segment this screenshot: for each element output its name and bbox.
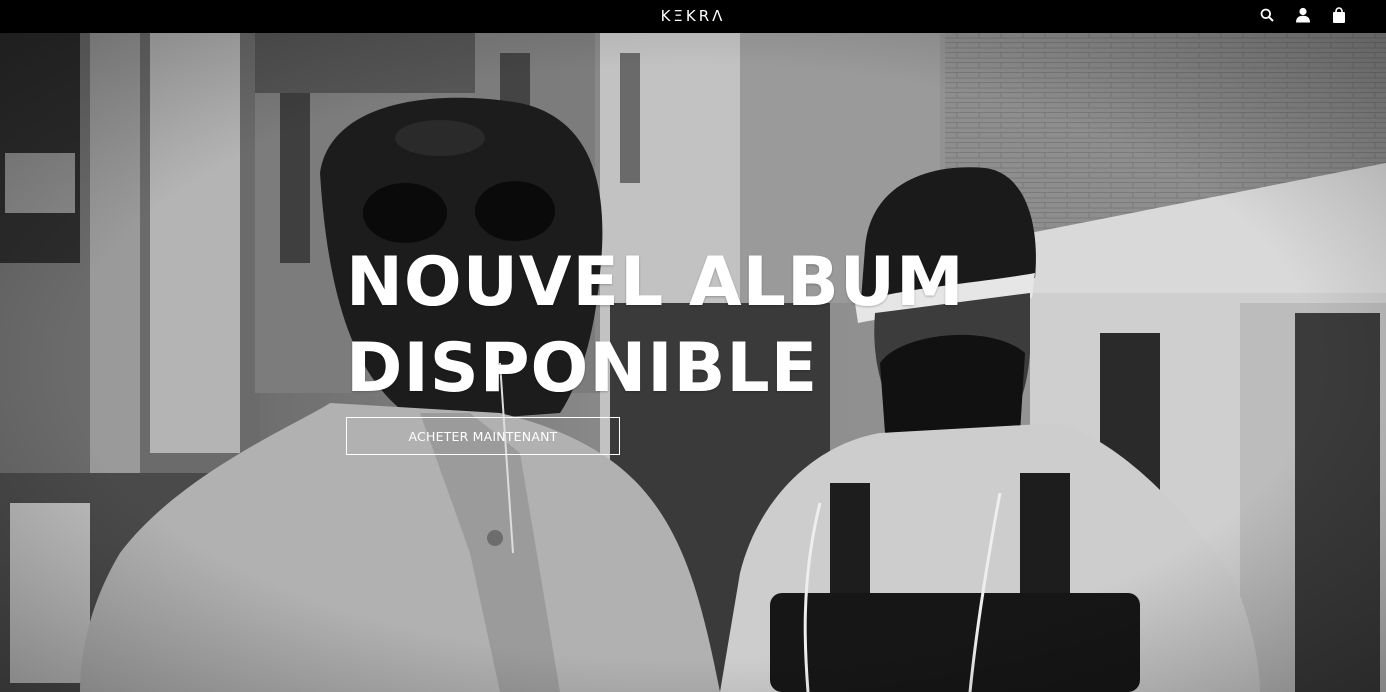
hero-headline: NOUVEL ALBUM DISPONIBLE [346, 240, 965, 412]
buy-now-button[interactable]: ACHETER MAINTENANT [346, 417, 620, 455]
hero-banner: NOUVEL ALBUM DISPONIBLE ACHETER MAINTENA… [0, 33, 1386, 692]
search-icon[interactable] [1258, 6, 1276, 24]
site-header: KΞKRΛ [0, 0, 1386, 33]
header-icons [1258, 6, 1348, 24]
site-logo[interactable]: KΞKRΛ [0, 7, 1386, 25]
headline-line-1: NOUVEL ALBUM [346, 243, 965, 322]
headline-line-2: DISPONIBLE [346, 329, 819, 408]
account-icon[interactable] [1294, 6, 1312, 24]
cart-icon[interactable] [1330, 6, 1348, 24]
